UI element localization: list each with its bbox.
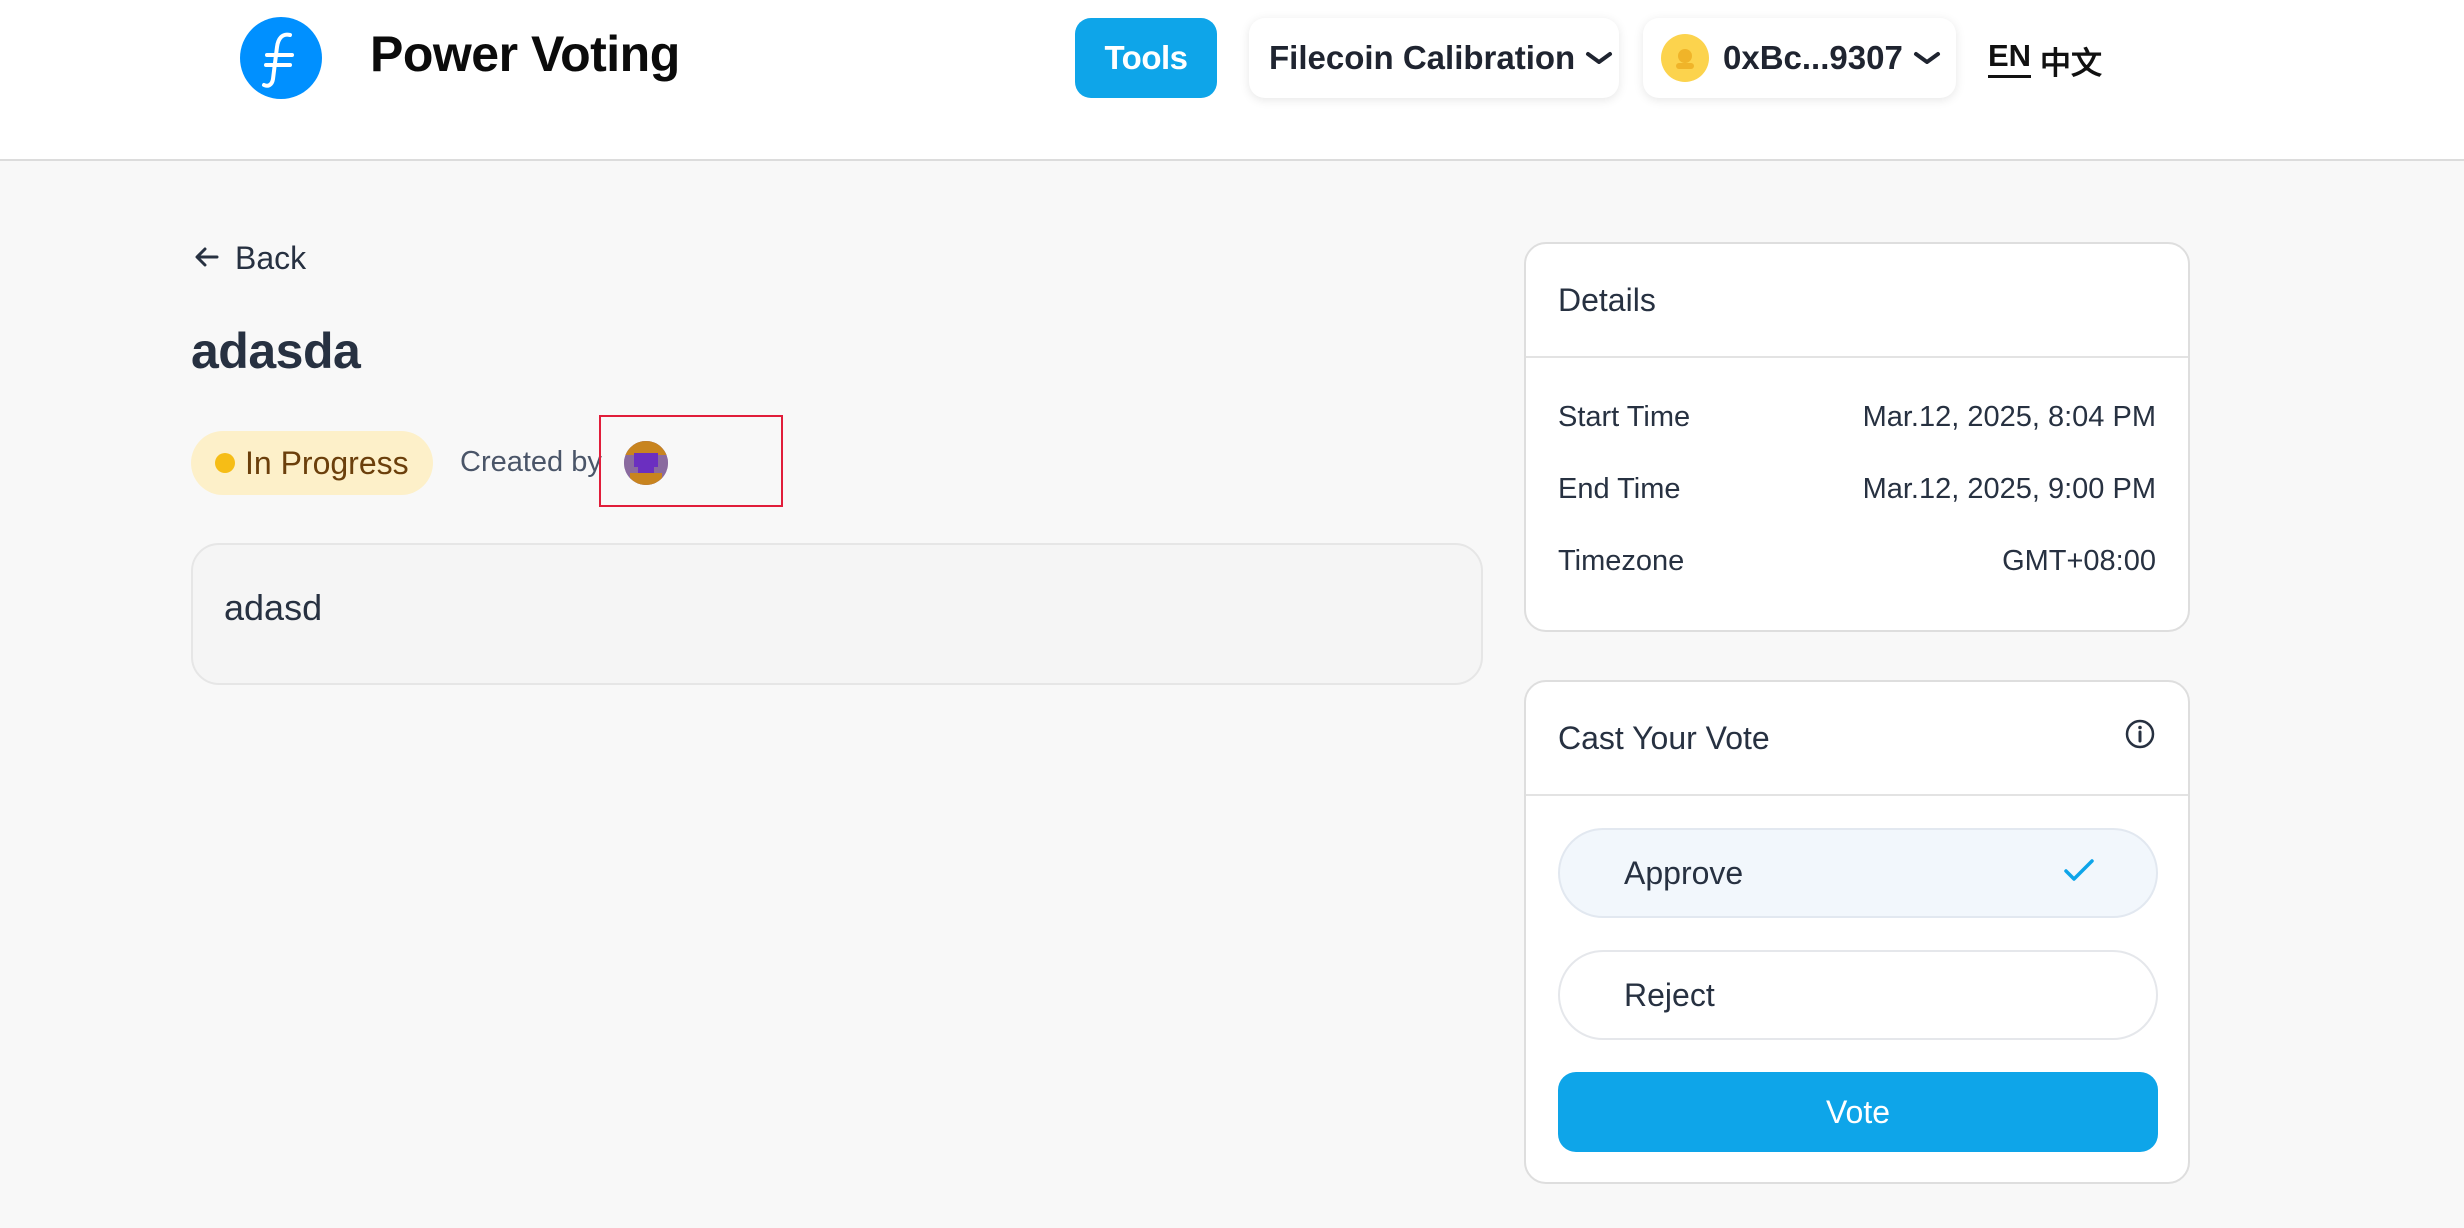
- detail-label: End Time: [1558, 473, 1681, 505]
- details-heading: Details: [1558, 281, 1656, 318]
- language-en[interactable]: EN: [1988, 38, 2032, 78]
- vote-heading: Cast Your Vote: [1558, 719, 1770, 756]
- back-link[interactable]: Back: [193, 240, 306, 277]
- wallet-avatar-icon: [1661, 34, 1709, 82]
- network-label: Filecoin Calibration: [1269, 39, 1576, 76]
- detail-value: GMT+08:00: [2002, 545, 2156, 577]
- detail-row-timezone: Timezone GMT+08:00: [1558, 545, 2156, 578]
- proposal-description: adasd: [191, 543, 1483, 685]
- status-label: In Progress: [245, 444, 409, 481]
- detail-row-end-time: End Time Mar.12, 2025, 9:00 PM: [1558, 473, 2156, 506]
- app-title[interactable]: Power Voting: [370, 24, 680, 84]
- description-text: adasd: [224, 587, 323, 628]
- vote-option-approve[interactable]: Approve: [1558, 828, 2158, 918]
- arrow-left-icon: [193, 240, 221, 277]
- details-header: Details: [1526, 244, 2188, 358]
- detail-value: Mar.12, 2025, 8:04 PM: [1862, 401, 2156, 433]
- top-navbar: Power Voting Tools Filecoin Calibration …: [0, 0, 2464, 161]
- detail-value: Mar.12, 2025, 9:00 PM: [1862, 473, 2156, 505]
- vote-option-label: Reject: [1624, 976, 1715, 1013]
- proposal-title: adasda: [191, 323, 361, 379]
- network-selector[interactable]: Filecoin Calibration: [1249, 18, 1619, 98]
- detail-label: Start Time: [1558, 401, 1691, 433]
- back-label: Back: [235, 240, 307, 276]
- check-icon: [2062, 855, 2096, 892]
- wallet-address: 0xBc...9307: [1723, 39, 1903, 76]
- details-card: Details Start Time Mar.12, 2025, 8:04 PM…: [1524, 242, 2190, 632]
- tools-button[interactable]: Tools: [1075, 18, 1217, 98]
- status-badge: In Progress: [191, 431, 433, 495]
- vote-option-label: Approve: [1624, 854, 1744, 891]
- detail-label: Timezone: [1558, 545, 1685, 577]
- vote-header: Cast Your Vote: [1526, 682, 2188, 796]
- vote-button[interactable]: Vote: [1558, 1072, 2158, 1152]
- status-dot-icon: [215, 453, 235, 473]
- creator-avatar-icon[interactable]: [624, 441, 668, 485]
- info-icon[interactable]: [2124, 718, 2156, 758]
- created-by-label: Created by: [460, 446, 602, 478]
- vote-option-reject[interactable]: Reject: [1558, 950, 2158, 1040]
- detail-row-start-time: Start Time Mar.12, 2025, 8:04 PM: [1558, 401, 2156, 434]
- filecoin-logo-icon[interactable]: [240, 17, 322, 99]
- cast-vote-card: Cast Your Vote Approve Reject Vote: [1524, 680, 2190, 1184]
- chevron-down-icon: [1585, 48, 1613, 68]
- wallet-account-button[interactable]: 0xBc...9307: [1643, 18, 1956, 98]
- chevron-down-icon: [1913, 48, 1941, 68]
- language-zh[interactable]: 中文: [2040, 38, 2102, 83]
